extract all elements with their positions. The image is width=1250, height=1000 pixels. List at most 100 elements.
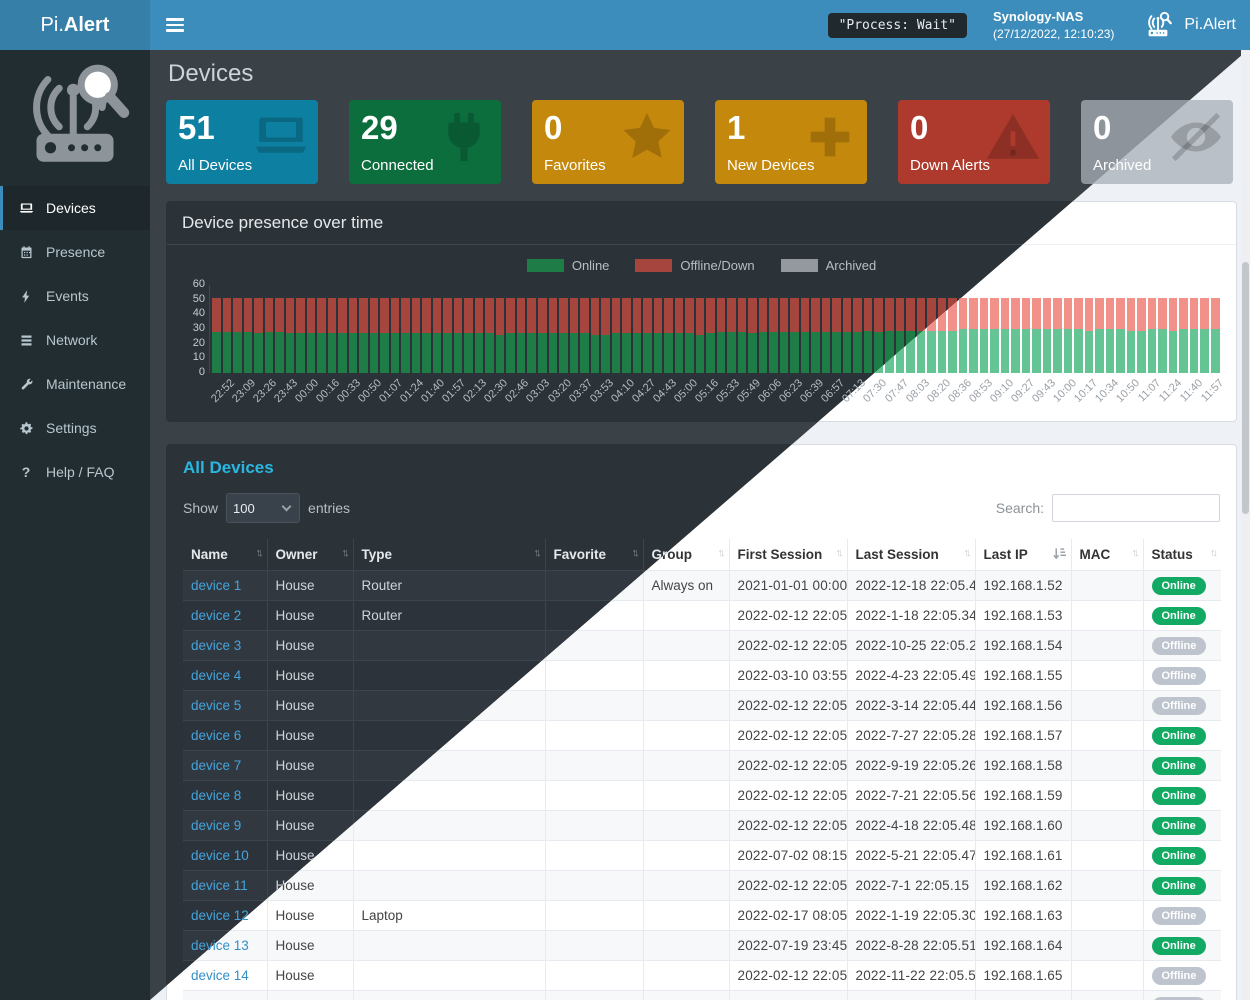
column-header-status[interactable]: Status↑↓: [1143, 539, 1221, 571]
sidebar-item-presence[interactable]: Presence: [0, 230, 150, 274]
chart-bar: [790, 298, 799, 373]
device-type: [353, 841, 545, 871]
device-name-link[interactable]: device 12: [191, 908, 249, 923]
chart-bar: [370, 298, 379, 373]
chart-bar: [517, 298, 526, 373]
device-first-session: 2022-02-17 08:05: [729, 901, 847, 931]
card-connected[interactable]: 29Connected: [349, 100, 501, 184]
device-name-link[interactable]: device 9: [191, 818, 241, 833]
device-name-link[interactable]: device 7: [191, 758, 241, 773]
device-favorite: [545, 811, 643, 841]
device-group: [643, 871, 729, 901]
table-controls: Show 100 entries Search:: [183, 493, 1220, 523]
device-status: Online: [1143, 931, 1221, 961]
column-header-owner[interactable]: Owner↑↓: [267, 539, 353, 571]
chart-bar: [906, 298, 915, 373]
legend-item-archived[interactable]: Archived: [781, 258, 877, 273]
device-mac: [1071, 931, 1143, 961]
brand-logo[interactable]: Pi.Alert: [0, 0, 150, 50]
chart-bar: [1064, 298, 1073, 373]
scrollbar-thumb[interactable]: [1242, 262, 1249, 514]
device-status: Offline: [1143, 691, 1221, 721]
device-name-link[interactable]: device 5: [191, 698, 241, 713]
chart-bar: [1190, 298, 1199, 373]
card-down-alerts[interactable]: 0Down Alerts: [898, 100, 1050, 184]
sort-active-icon: [1053, 547, 1066, 563]
device-name-link[interactable]: device 14: [191, 968, 249, 983]
sidebar-item-settings[interactable]: Settings: [0, 406, 150, 450]
chart-bar: [527, 298, 536, 373]
chart-bar: [738, 298, 747, 373]
page-scrollbar[interactable]: [1241, 50, 1250, 1000]
card-favorites[interactable]: 0Favorites: [532, 100, 684, 184]
card-archived[interactable]: 0Archived: [1081, 100, 1233, 184]
sort-icon: ↑↓: [836, 547, 841, 559]
device-mac: [1071, 901, 1143, 931]
device-favorite: [545, 601, 643, 631]
sidebar-item-maintenance[interactable]: Maintenance: [0, 362, 150, 406]
entries-per-page-select[interactable]: 100: [226, 493, 300, 523]
device-name-link[interactable]: device 13: [191, 938, 249, 953]
device-favorite: [545, 871, 643, 901]
page-title: Devices: [168, 60, 1237, 88]
chart-bar: [401, 298, 410, 373]
device-favorite: [545, 961, 643, 991]
column-header-last-session[interactable]: Last Session↑↓: [847, 539, 975, 571]
device-name-link[interactable]: device 6: [191, 728, 241, 743]
device-group: [643, 841, 729, 871]
device-group: [643, 721, 729, 751]
status-badge: Online: [1152, 607, 1206, 625]
show-label: Show: [183, 500, 218, 516]
sidebar-item-events[interactable]: Events: [0, 274, 150, 318]
column-header-group[interactable]: Group↑↓: [643, 539, 729, 571]
device-name-link[interactable]: device 1: [191, 578, 241, 593]
chart-bar: [1011, 298, 1020, 373]
chart-bar: [948, 298, 957, 373]
y-tick-label: 20: [193, 338, 205, 349]
device-mac: [1071, 661, 1143, 691]
device-last-ip: 192.168.1.52: [975, 571, 1071, 601]
presence-panel: Device presence over time OnlineOffline/…: [166, 201, 1237, 422]
chart-bar: [1211, 298, 1220, 373]
sidebar-item-help-faq[interactable]: ?Help / FAQ: [0, 450, 150, 494]
legend-item-online[interactable]: Online: [527, 258, 610, 273]
sidebar-item-network[interactable]: Network: [0, 318, 150, 362]
column-header-mac[interactable]: MAC↑↓: [1071, 539, 1143, 571]
column-header-first-session[interactable]: First Session↑↓: [729, 539, 847, 571]
sidebar-item-devices[interactable]: Devices: [0, 186, 150, 230]
device-name-link[interactable]: device 8: [191, 788, 241, 803]
column-header-favorite[interactable]: Favorite↑↓: [545, 539, 643, 571]
search-label: Search:: [996, 500, 1044, 516]
card-all-devices[interactable]: 51All Devices: [166, 100, 318, 184]
device-name-link[interactable]: device 2: [191, 608, 241, 623]
device-name-link[interactable]: device 10: [191, 848, 249, 863]
app-logo[interactable]: Pi.Alert: [1142, 10, 1236, 40]
status-badge: Online: [1152, 577, 1206, 595]
sidebar-toggle-icon[interactable]: [166, 18, 184, 32]
device-favorite: [545, 661, 643, 691]
device-last-session: 2022-5-16 22:05.48: [847, 991, 975, 1000]
chart-bar: [338, 298, 347, 373]
chart-bar: [317, 298, 326, 373]
device-last-session: 2022-10-25 22:05.23: [847, 631, 975, 661]
device-name-link[interactable]: device 3: [191, 638, 241, 653]
column-header-last-ip[interactable]: Last IP: [975, 539, 1071, 571]
device-first-session: 2022-02-12 22:05: [729, 601, 847, 631]
device-name-link[interactable]: device 11: [191, 878, 248, 893]
chart-bar: [1158, 298, 1167, 373]
legend-item-offline-down[interactable]: Offline/Down: [635, 258, 754, 273]
device-last-session: 2022-3-14 22:05.44: [847, 691, 975, 721]
device-group: Always on: [643, 991, 729, 1000]
card-new-devices[interactable]: 1New Devices: [715, 100, 867, 184]
device-owner: House: [267, 991, 353, 1000]
device-row: device 11House2022-02-12 22:052022-7-1 2…: [183, 871, 1221, 901]
device-favorite: [545, 901, 643, 931]
column-header-name[interactable]: Name↑↓: [183, 539, 267, 571]
host-name: Synology-NAS: [993, 8, 1114, 26]
search-input[interactable]: [1052, 494, 1220, 522]
chart-bar: [1095, 298, 1104, 373]
column-header-type[interactable]: Type↑↓: [353, 539, 545, 571]
card-label: Favorites: [544, 157, 606, 174]
device-name-link[interactable]: device 4: [191, 668, 241, 683]
sidebar-logo: [0, 50, 150, 186]
